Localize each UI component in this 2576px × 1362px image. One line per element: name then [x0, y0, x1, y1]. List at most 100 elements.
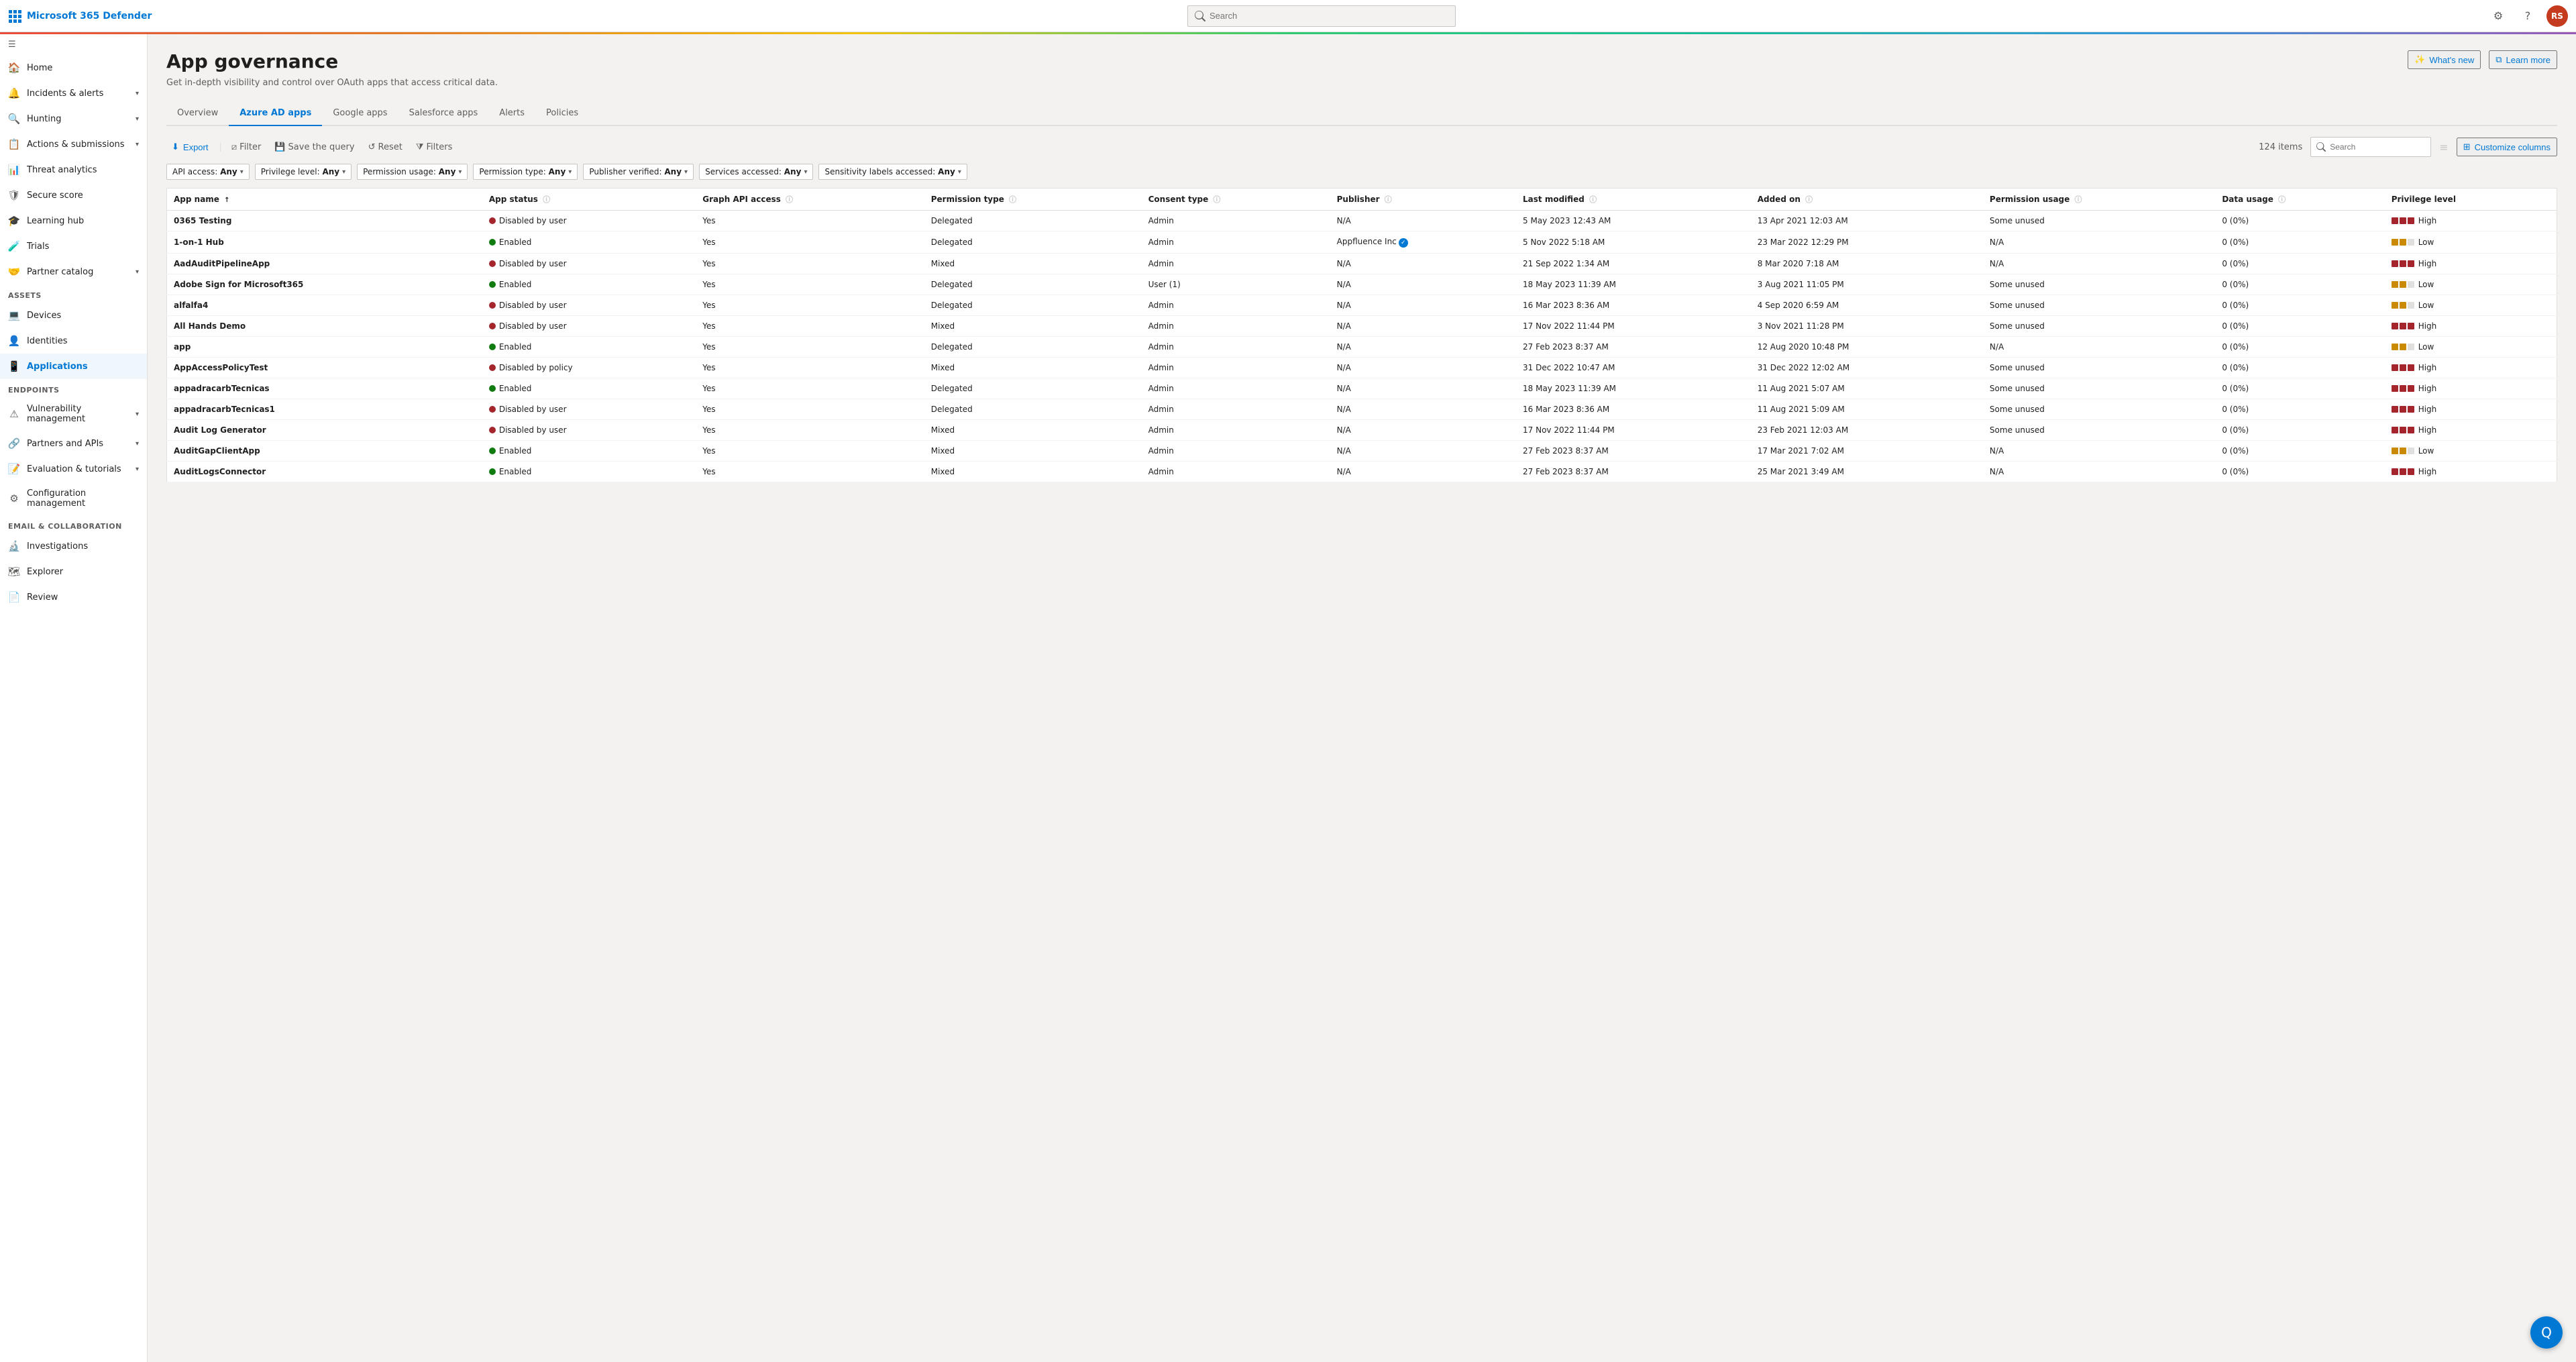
col-publisher[interactable]: Publisher ⓘ — [1330, 189, 1516, 211]
cell-publisher: N/A — [1330, 399, 1516, 420]
sidebar-item-partner[interactable]: 🤝 Partner catalog ▾ — [0, 259, 147, 284]
cell-publisher: N/A — [1330, 378, 1516, 399]
sidebar-item-partners-apis[interactable]: 🔗 Partners and APIs ▾ — [0, 431, 147, 456]
explorer-icon: 🗺 — [8, 566, 20, 578]
sidebar-item-threat[interactable]: 📊 Threat analytics — [0, 157, 147, 182]
col-app-status[interactable]: App status ⓘ — [482, 189, 696, 211]
filters-button[interactable]: ⧩ Filters — [412, 140, 457, 155]
tab-google[interactable]: Google apps — [322, 101, 398, 126]
col-last-modified[interactable]: Last modified ⓘ — [1516, 189, 1751, 211]
table-row[interactable]: AuditLogsConnectorEnabledYesMixedAdminN/… — [167, 462, 2557, 482]
filter-permission-type[interactable]: Permission type: Any ▾ — [473, 164, 578, 180]
sidebar-item-hunting[interactable]: 🔍 Hunting ▾ — [0, 106, 147, 132]
table-row[interactable]: appadracarbTecnicasEnabledYesDelegatedAd… — [167, 378, 2557, 399]
table-row[interactable]: Audit Log GeneratorDisabled by userYesMi… — [167, 420, 2557, 441]
filter-permission-usage[interactable]: Permission usage: Any ▾ — [357, 164, 468, 180]
chevron-down-icon: ▾ — [136, 411, 139, 418]
sidebar-item-learning[interactable]: 🎓 Learning hub — [0, 208, 147, 233]
export-button[interactable]: ⬇ Export — [166, 139, 213, 155]
topbar-search-input[interactable] — [1187, 5, 1456, 27]
sidebar-item-config-mgmt[interactable]: ⚙ Configuration management — [0, 482, 147, 515]
group-icon[interactable]: ≡ — [2439, 141, 2448, 154]
sidebar-label-explorer: Explorer — [27, 567, 139, 577]
table-row[interactable]: All Hands DemoDisabled by userYesMixedAd… — [167, 316, 2557, 337]
filter-publisher-verified[interactable]: Publisher verified: Any ▾ — [583, 164, 694, 180]
save-query-button[interactable]: 💾 Save the query — [270, 140, 358, 155]
col-privilege-level[interactable]: Privilege level — [2385, 189, 2557, 211]
tab-overview[interactable]: Overview — [166, 101, 229, 126]
app-logo[interactable]: Microsoft 365 Defender — [8, 9, 156, 23]
filter-api-access[interactable]: API access: Any ▾ — [166, 164, 250, 180]
filter-privilege-level[interactable]: Privilege level: Any ▾ — [255, 164, 352, 180]
col-permission-type[interactable]: Permission type ⓘ — [924, 189, 1142, 211]
cell-privilege-level: High — [2385, 399, 2557, 420]
learn-more-icon: ⧉ — [2496, 54, 2502, 65]
sidebar-item-actions[interactable]: 📋 Actions & submissions ▾ — [0, 132, 147, 157]
cell-consent-type: Admin — [1142, 254, 1330, 274]
cell-app-name: AadAuditPipelineApp — [167, 254, 482, 274]
filter-permission-usage-label: Permission usage: Any — [363, 167, 455, 176]
table-search-input[interactable] — [2310, 137, 2431, 157]
sidebar-item-review[interactable]: 📄 Review — [0, 584, 147, 610]
table-row[interactable]: AadAuditPipelineAppDisabled by userYesMi… — [167, 254, 2557, 274]
cell-data-usage: 0 (0%) — [2215, 211, 2384, 231]
col-graph-api[interactable]: Graph API access ⓘ — [696, 189, 924, 211]
reset-button[interactable]: ↺ Reset — [364, 140, 407, 155]
cell-app-status: Enabled — [482, 274, 696, 295]
table-row[interactable]: appEnabledYesDelegatedAdminN/A27 Feb 202… — [167, 337, 2557, 358]
chat-fab-button[interactable]: Q — [2530, 1316, 2563, 1349]
table-row[interactable]: Adobe Sign for Microsoft365EnabledYesDel… — [167, 274, 2557, 295]
table-row[interactable]: alfalfa4Disabled by userYesDelegatedAdmi… — [167, 295, 2557, 316]
info-icon: ⓘ — [1009, 195, 1016, 204]
sidebar-item-identities[interactable]: 👤 Identities — [0, 328, 147, 354]
sidebar-item-investigations[interactable]: 🔬 Investigations — [0, 533, 147, 559]
sidebar-item-devices[interactable]: 💻 Devices — [0, 303, 147, 328]
privilege-bars: Low — [2392, 280, 2550, 289]
cell-permission-type: Mixed — [924, 420, 1142, 441]
cell-consent-type: Admin — [1142, 378, 1330, 399]
whats-new-button[interactable]: ✨ What's new — [2408, 50, 2481, 69]
table-row[interactable]: 1-on-1 HubEnabledYesDelegatedAdminAppflu… — [167, 231, 2557, 254]
filter-button[interactable]: ⧄ Filter — [227, 140, 265, 155]
settings-button[interactable]: ⚙ — [2487, 5, 2509, 27]
sidebar-item-vulnerability[interactable]: ⚠ Vulnerability management ▾ — [0, 397, 147, 431]
customize-columns-button[interactable]: ⊞ Customize columns — [2457, 138, 2557, 156]
priv-bar-2 — [2400, 217, 2406, 224]
priv-bar-2 — [2400, 260, 2406, 267]
col-added-on[interactable]: Added on ⓘ — [1751, 189, 1983, 211]
table-row[interactable]: AppAccessPolicyTestDisabled by policyYes… — [167, 358, 2557, 378]
sidebar-item-incidents[interactable]: 🔔 Incidents & alerts ▾ — [0, 81, 147, 106]
status-text: Disabled by user — [499, 405, 567, 414]
cell-added-on: 8 Mar 2020 7:18 AM — [1751, 254, 1983, 274]
toolbar-left: ⬇ Export | ⧄ Filter 💾 Save the query ↺ — [166, 139, 456, 155]
sidebar-item-secure[interactable]: 🛡 Secure score — [0, 182, 147, 208]
col-permission-usage[interactable]: Permission usage ⓘ — [1983, 189, 2215, 211]
col-consent-type[interactable]: Consent type ⓘ — [1142, 189, 1330, 211]
table-row[interactable]: 0365 TestingDisabled by userYesDelegated… — [167, 211, 2557, 231]
col-data-usage[interactable]: Data usage ⓘ — [2215, 189, 2384, 211]
cell-added-on: 12 Aug 2020 10:48 PM — [1751, 337, 1983, 358]
cell-app-status: Disabled by user — [482, 254, 696, 274]
tab-azure-ad[interactable]: Azure AD apps — [229, 101, 322, 126]
sidebar-item-explorer[interactable]: 🗺 Explorer — [0, 559, 147, 584]
sidebar-item-trials[interactable]: 🧪 Trials — [0, 233, 147, 259]
sidebar-item-evaluation[interactable]: 📝 Evaluation & tutorials ▾ — [0, 456, 147, 482]
identities-icon: 👤 — [8, 335, 20, 347]
sidebar-toggle[interactable]: ☰ — [0, 34, 147, 55]
sidebar-item-home[interactable]: 🏠 Home — [0, 55, 147, 81]
tab-salesforce[interactable]: Salesforce apps — [398, 101, 489, 126]
table-row[interactable]: appadracarbTecnicas1Disabled by userYesD… — [167, 399, 2557, 420]
tab-policies[interactable]: Policies — [535, 101, 589, 126]
sidebar-item-applications[interactable]: 📱 Applications — [0, 354, 147, 379]
learn-more-button[interactable]: ⧉ Learn more — [2489, 50, 2557, 69]
help-button[interactable]: ? — [2517, 5, 2538, 27]
user-avatar[interactable]: RS — [2546, 5, 2568, 27]
cell-permission-usage: N/A — [1983, 254, 2215, 274]
tab-alerts[interactable]: Alerts — [488, 101, 535, 126]
table-row[interactable]: AuditGapClientAppEnabledYesMixedAdminN/A… — [167, 441, 2557, 462]
col-app-name[interactable]: App name ↑ — [167, 189, 482, 211]
cell-publisher: Appfluence Inc✓ — [1330, 231, 1516, 254]
waffle-icon[interactable] — [8, 9, 21, 23]
filter-sensitivity-labels[interactable]: Sensitivity labels accessed: Any ▾ — [818, 164, 967, 180]
filter-services-accessed[interactable]: Services accessed: Any ▾ — [699, 164, 813, 180]
